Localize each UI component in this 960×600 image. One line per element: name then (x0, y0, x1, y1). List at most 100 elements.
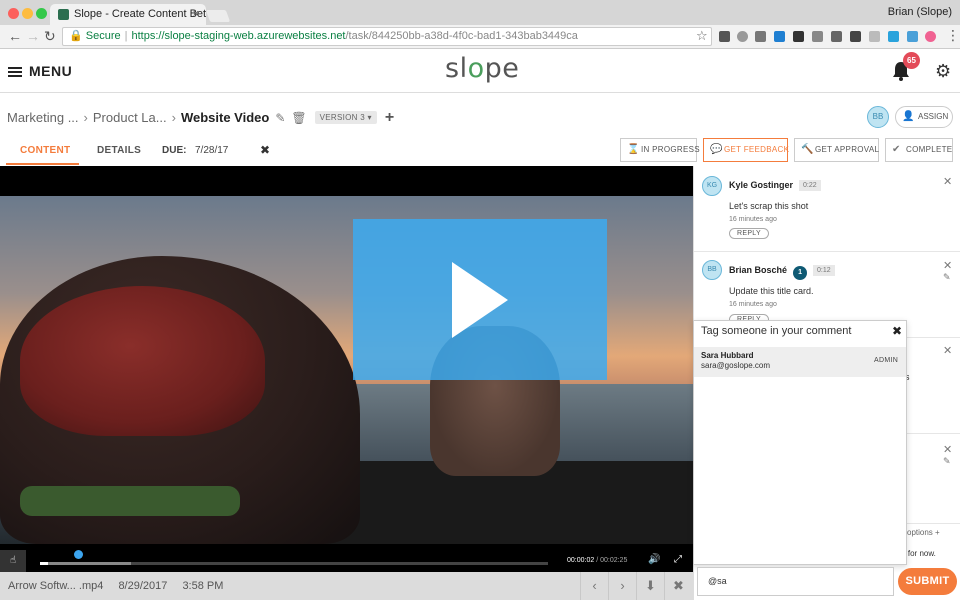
suggestion-name: Sara Hubbard (701, 351, 754, 360)
close-icon[interactable]: ✖ (892, 324, 902, 338)
video-buffered (40, 562, 131, 565)
assignee-avatar[interactable]: BB (867, 106, 889, 128)
get-feedback-label: GET FEEDBACK (724, 145, 790, 154)
comment-options[interactable]: options + (907, 528, 960, 542)
complete-button[interactable]: ✔ COMPLETE (885, 138, 953, 162)
download-icon[interactable]: ⬇ (636, 572, 664, 600)
window-close-button[interactable] (8, 8, 19, 19)
extension-icon[interactable] (888, 31, 899, 42)
pencil-icon[interactable]: ✎ (943, 272, 951, 283)
volume-icon[interactable]: 🔊 (648, 554, 660, 565)
current-time: 00:00:02 (567, 557, 595, 564)
comment-item: KG Kyle Gostinger 0:22 Let's scrap this s… (694, 166, 960, 252)
extension-icon[interactable] (869, 31, 880, 42)
slope-logo[interactable]: slope (445, 53, 519, 84)
duration: 00:02:25 (600, 557, 628, 564)
comment-author: Kyle Gostinger 0:22 (729, 180, 821, 191)
close-icon[interactable]: ✕ (943, 344, 952, 357)
comment-timestamp[interactable]: 0:22 (799, 180, 821, 191)
browser-menu-icon[interactable]: ⋮ (946, 27, 960, 44)
pencil-icon[interactable]: ✎ (943, 456, 951, 467)
browser-tab-strip: Slope - Create Content Bette × Brian (Sl… (0, 0, 960, 25)
comment-marker[interactable] (74, 550, 83, 559)
in-progress-button[interactable]: ⌛ IN PROGRESS (620, 138, 700, 162)
secure-label: Secure (85, 30, 121, 42)
assign-button[interactable]: 👤 ASSIGN (895, 106, 953, 128)
close-icon[interactable]: ✕ (943, 443, 952, 456)
tag-suggestion-item[interactable]: Sara Hubbard sara@goslope.com ADMIN (694, 347, 906, 377)
extension-icon[interactable] (812, 31, 823, 42)
video-player[interactable]: ☝ 00:00:02 / 00:02:25 🔊 ⤢ (0, 166, 693, 572)
tab-title: Slope - Create Content Bette (74, 8, 206, 20)
avatar: BB (702, 260, 722, 280)
extension-icon[interactable] (755, 31, 766, 42)
due-date-input[interactable]: 7/28/17 (195, 145, 228, 156)
extension-icon[interactable] (831, 31, 842, 42)
file-bar: Arrow Softw... .mp4 8/29/2017 3:58 PM ‹ … (0, 572, 693, 600)
forward-arrow-icon[interactable]: → (26, 28, 40, 44)
back-arrow-icon[interactable]: ← (8, 28, 22, 44)
comment-timestamp[interactable]: 0:12 (813, 265, 835, 276)
chevron-right-icon[interactable]: › (608, 572, 636, 600)
get-feedback-button[interactable]: 💬 GET FEEDBACK (703, 138, 790, 162)
reload-icon[interactable]: ↻ (44, 28, 56, 45)
chevron-right-icon: › (171, 110, 176, 125)
extension-icon[interactable] (793, 31, 804, 42)
add-version-icon[interactable]: + (385, 109, 394, 126)
video-progress-fill (40, 562, 48, 565)
pencil-icon[interactable]: ✎ (275, 111, 285, 125)
browser-tab[interactable]: Slope - Create Content Bette × (50, 4, 206, 25)
extension-icon[interactable] (774, 31, 785, 42)
bookmark-star-icon[interactable]: ☆ (696, 28, 708, 44)
comment-text: Update this title card. (729, 286, 814, 296)
version-dropdown[interactable]: VERSION 3 ▾ (314, 111, 377, 124)
browser-profile[interactable]: Brian (Slope) (888, 6, 952, 18)
logo-text-end: pe (484, 53, 520, 84)
add-user-icon: 👤 (902, 111, 915, 122)
close-file-icon[interactable]: ✖ (664, 572, 692, 600)
extension-icon[interactable] (850, 31, 861, 42)
options-label: options (907, 528, 933, 537)
extension-icon[interactable] (719, 31, 730, 42)
reply-button[interactable]: REPLY (729, 228, 769, 239)
app-header: MENU slope 65 ⚙ (0, 49, 960, 93)
tag-popup-title: Tag someone in your comment (701, 325, 852, 337)
get-approval-button[interactable]: 🔨 GET APPROVAL (794, 138, 879, 162)
video-progress-bar[interactable] (40, 562, 548, 565)
browser-toolbar: ← → ↻ 🔒 Secure | https://slope-staging-web… (0, 25, 960, 49)
extension-icon[interactable] (907, 31, 918, 42)
close-icon[interactable]: ✕ (943, 175, 952, 188)
video-person (0, 256, 360, 544)
page-title: Website Video (180, 110, 270, 125)
fullscreen-icon[interactable]: ⤢ (674, 554, 682, 565)
breadcrumb-item-product[interactable]: Product La... (93, 110, 167, 125)
menu-button[interactable]: MENU (8, 63, 72, 79)
extension-icon[interactable] (737, 31, 748, 42)
get-approval-label: GET APPROVAL (815, 145, 880, 154)
window-minimize-button[interactable] (22, 8, 33, 19)
pointer-icon[interactable]: ☝ (0, 550, 26, 572)
hourglass-icon: ⌛ (627, 144, 640, 155)
plus-icon: + (935, 528, 940, 537)
video-time: 00:00:02 / 00:02:25 (567, 557, 627, 564)
chevron-left-icon[interactable]: ‹ (580, 572, 608, 600)
extension-icon[interactable] (925, 31, 936, 42)
tag-mention-popup: Tag someone in your comment ✖ Sara Hubba… (693, 320, 907, 565)
file-name[interactable]: Arrow Softw... .mp4 (8, 580, 103, 592)
breadcrumb-item-marketing[interactable]: Marketing ... (7, 110, 79, 125)
new-tab-button[interactable] (205, 10, 231, 22)
comment-input[interactable]: @sa (697, 567, 894, 596)
chevron-right-icon: › (83, 110, 88, 125)
tab-details[interactable]: DETAILS (97, 145, 141, 156)
clear-due-date-icon[interactable]: ✖ (260, 143, 270, 157)
tab-content[interactable]: CONTENT (20, 145, 70, 156)
tab-close-icon[interactable]: × (193, 4, 199, 25)
trash-icon[interactable]: 🗑 (291, 111, 306, 125)
breadcrumb: Marketing ... › Product La... › Website Vide… (7, 109, 394, 127)
comment-time-ago: 16 minutes ago (729, 301, 777, 308)
submit-button[interactable]: SUBMIT (898, 568, 957, 595)
window-zoom-button[interactable] (36, 8, 47, 19)
address-bar[interactable]: 🔒 Secure | https://slope-staging-web.azure… (62, 27, 712, 46)
close-icon[interactable]: ✕ (943, 259, 952, 272)
gear-icon[interactable]: ⚙ (935, 61, 951, 82)
